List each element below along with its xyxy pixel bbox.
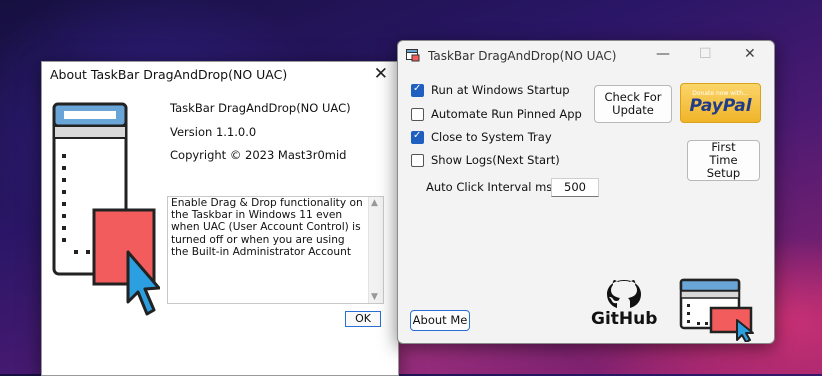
check-update-button[interactable]: Check For Update (594, 85, 672, 123)
paypal-donate-button[interactable]: Donate now with... PayPal (680, 83, 761, 123)
description-textbox[interactable]: Enable Drag & Drop functionality on the … (167, 196, 384, 304)
about-title-bar: About TaskBar DragAndDrop(NO UAC) ✕ (42, 62, 398, 88)
scroll-down-icon[interactable]: ▼ (371, 292, 378, 302)
ok-button[interactable]: OK (345, 311, 381, 327)
about-close-button[interactable]: ✕ (374, 64, 388, 84)
option-checkbox[interactable] (411, 153, 424, 167)
about-window-title: About TaskBar DragAndDrop(NO UAC) (50, 67, 288, 82)
option-row[interactable]: Show Logs(Next Start) (411, 153, 560, 167)
about-me-label: About Me (412, 313, 468, 327)
interval-input[interactable]: 500 (551, 178, 599, 197)
main-title-bar: TaskBar DragAndDrop(NO UAC) — ☐ ✕ (398, 41, 774, 71)
main-window-title: TaskBar DragAndDrop(NO UAC) (428, 49, 617, 63)
about-window: About TaskBar DragAndDrop(NO UAC) ✕ Task… (41, 61, 399, 376)
option-label: Automate Run Pinned App (431, 107, 582, 121)
description-text: Enable Drag & Drop functionality on the … (171, 197, 363, 258)
about-copyright: Copyright © 2023 Mast3r0mid (170, 148, 347, 162)
first-time-setup-label: First Time Setup (706, 140, 741, 180)
main-window: TaskBar DragAndDrop(NO UAC) — ☐ ✕ Run at… (397, 40, 775, 344)
minimize-button[interactable]: — (656, 46, 670, 62)
github-icon (607, 280, 641, 308)
option-row[interactable]: Close to System Tray (411, 130, 552, 144)
app-logo-small-icon[interactable] (679, 278, 765, 342)
about-me-button[interactable]: About Me (410, 310, 470, 331)
option-checkbox[interactable] (411, 130, 424, 144)
github-link[interactable]: GitHub (591, 279, 657, 331)
about-version: Version 1.1.0.0 (170, 125, 257, 139)
paypal-logo: PayPal (689, 96, 752, 116)
app-logo-icon (52, 102, 160, 316)
check-update-label: Check For Update (604, 90, 662, 117)
description-scrollbar[interactable]: ▲ ▼ (368, 197, 383, 303)
interval-label: Auto Click Interval ms (426, 180, 553, 194)
option-checkbox[interactable] (411, 83, 424, 97)
app-small-icon (406, 49, 420, 62)
main-close-button[interactable]: ✕ (744, 46, 756, 62)
option-label: Run at Windows Startup (431, 83, 570, 97)
maximize-button[interactable]: ☐ (699, 46, 712, 62)
github-label: GitHub (591, 309, 658, 329)
scroll-up-icon[interactable]: ▲ (371, 198, 378, 208)
option-row[interactable]: Automate Run Pinned App (411, 107, 582, 121)
about-app-name: TaskBar DragAndDrop(NO UAC) (170, 101, 351, 115)
option-row[interactable]: Run at Windows Startup (411, 83, 570, 97)
first-time-setup-button[interactable]: First Time Setup (687, 140, 760, 181)
option-label: Close to System Tray (431, 130, 552, 144)
option-checkbox[interactable] (411, 107, 424, 121)
option-label: Show Logs(Next Start) (431, 153, 560, 167)
